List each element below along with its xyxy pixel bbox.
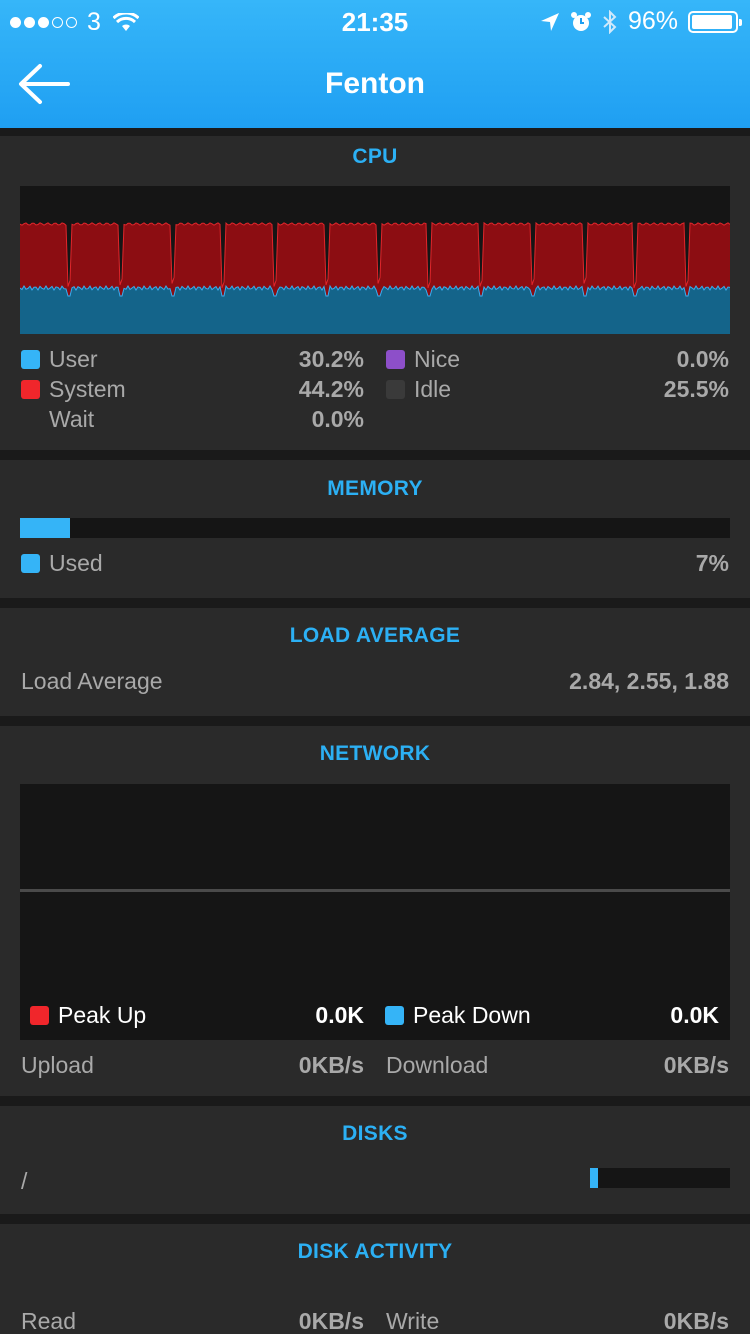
disk-mount-label: / [21,1168,28,1194]
peak-down-value: 0.0K [670,1002,719,1028]
load-average-label: Load Average [21,668,163,694]
memory-bar-fill [20,518,70,538]
download-value: 0KB/s [663,1052,729,1078]
load-title: LOAD AVERAGE [289,624,461,647]
idle-swatch [386,380,405,399]
used-swatch [21,554,40,573]
nice-swatch [386,350,405,369]
memory-bar [20,518,730,538]
write-value: 0KB/s [663,1308,729,1334]
peak-up-value: 0.0K [315,1002,364,1028]
user-value: 30.2% [298,346,364,372]
disk-activity-title: DISK ACTIVITY [297,1240,453,1263]
used-value: 7% [695,550,729,576]
system-value: 44.2% [298,376,364,402]
download-label: Download [386,1052,489,1078]
peak-up-swatch [30,1006,49,1025]
read-value: 0KB/s [298,1308,364,1334]
wait-value: 0.0% [311,406,364,432]
disk-usage-bar [590,1168,730,1188]
disk-usage-bar-fill [590,1168,599,1188]
nice-label: Nice [414,346,461,372]
user-label: User [49,346,98,372]
cpu-user-area [20,286,730,334]
cpu-title: CPU [352,145,398,168]
network-chart: Peak Up 0.0K Peak Down 0.0K [20,784,730,1040]
memory-title: MEMORY [327,477,423,500]
peak-up-label: Peak Up [58,1002,147,1028]
disks-section: DISKS [0,1106,750,1214]
location-icon [540,12,559,31]
page-title: Fenton [325,67,425,100]
idle-label: Idle [414,376,452,402]
network-title: NETWORK [319,742,431,765]
wait-label: Wait [49,406,95,432]
peak-down-label: Peak Down [413,1002,531,1028]
alarm-icon [570,11,591,31]
load-average-value: 2.84, 2.55, 1.88 [569,668,729,694]
write-label: Write [386,1308,440,1334]
network-baseline [20,889,730,892]
idle-value: 25.5% [663,376,729,402]
battery-percent: 96% [627,7,678,35]
system-swatch [21,380,40,399]
cpu-chart [20,186,730,334]
load-section: LOAD AVERAGE [0,608,750,716]
upload-value: 0KB/s [298,1052,364,1078]
nav-header: 3 21:35 96% Fenton [0,0,750,128]
system-label: System [49,376,126,402]
upload-label: Upload [21,1052,94,1078]
peak-down-swatch [385,1006,404,1025]
bluetooth-icon [603,9,617,34]
disks-title: DISKS [342,1122,408,1145]
nice-value: 0.0% [676,346,729,372]
user-swatch [21,350,40,369]
used-label: Used [49,550,103,576]
read-label: Read [21,1308,76,1334]
battery-icon [688,10,742,33]
status-bar: 3 21:35 96% [0,0,750,40]
